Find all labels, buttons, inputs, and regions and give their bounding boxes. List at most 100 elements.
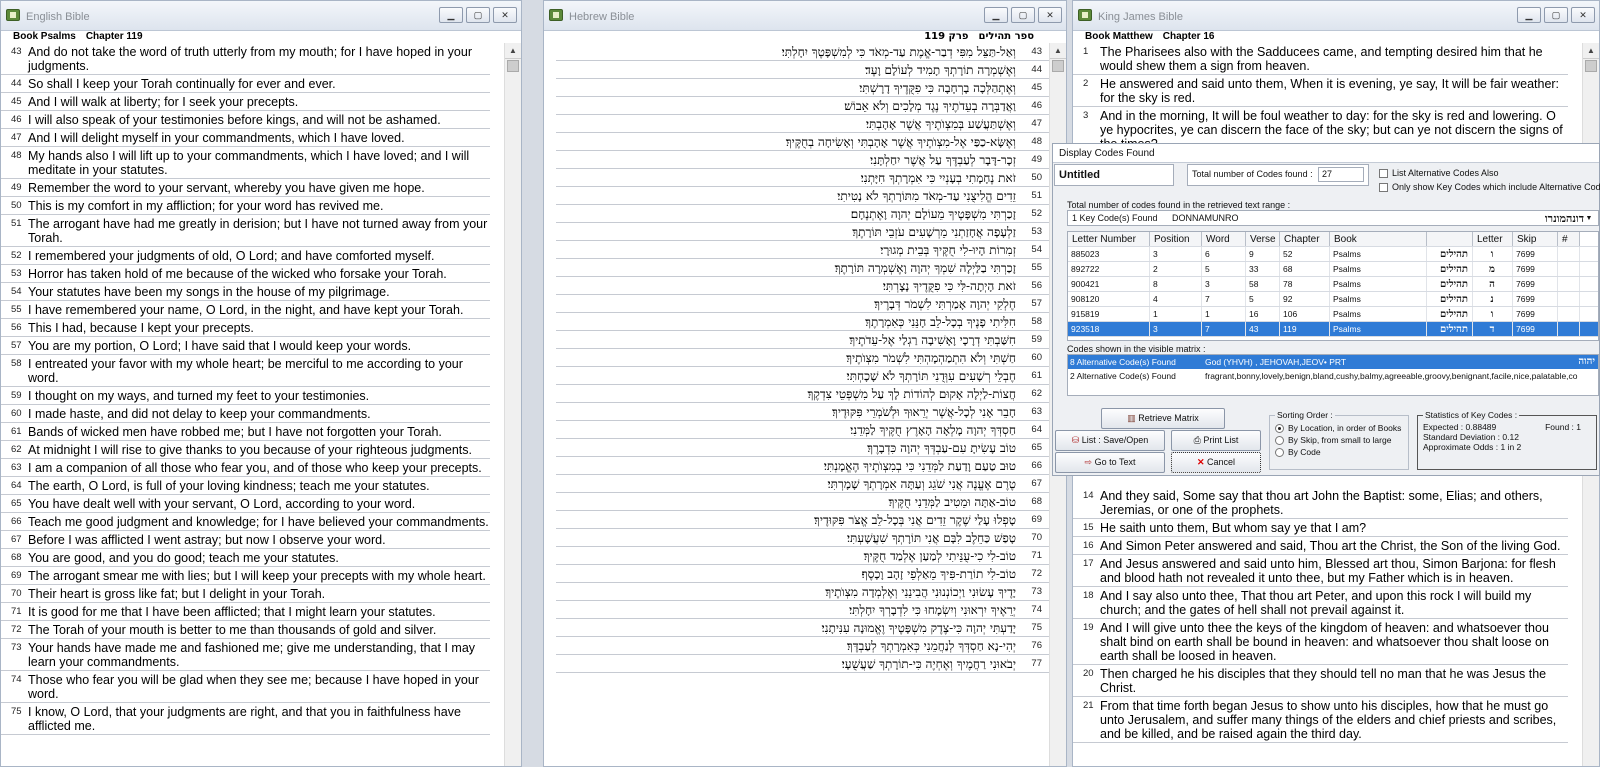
list-item[interactable]: 55 I have remembered your name, O Lord, i… [1, 301, 490, 319]
list-item[interactable]: 74 Those who fear you will be glad when t… [1, 671, 490, 703]
list-item[interactable]: 49 זְכָר-דָּבָר לְעַבְדֶּךָ עַל אֲשֶׁר יִ… [556, 151, 1049, 169]
column-header[interactable]: # [1558, 232, 1580, 246]
list-item[interactable]: 57 חֶלְקִי יְהוָה אָמַרְתִּי לִשְׁמֹר דְּ… [556, 295, 1049, 313]
scroll-up-icon[interactable]: ▲ [1583, 43, 1599, 59]
list-item[interactable]: 59 I thought on my ways, and turned my fe… [1, 387, 490, 405]
list-item[interactable]: 74 יְרֵאֶיךָ יִרְאוּנִי וְיִשְׂמָחוּ כִּי… [556, 601, 1049, 619]
list-item[interactable]: 73 יָדֶיךָ עָשׂוּנִי וַיְכוֹנְנוּנִי הֲבִ… [556, 583, 1049, 601]
list-item[interactable]: 47 And I will delight myself in your comm… [1, 129, 490, 147]
list-item[interactable]: 46 וַאֲדַבְּרָה בְעֵדֹתֶיךָ נֶגֶד מְלָכִי… [556, 97, 1049, 115]
close-button[interactable]: ✕ [1038, 7, 1062, 23]
list-item[interactable]: 73 Your hands have made me and fashioned … [1, 639, 490, 671]
scroll-thumb[interactable] [507, 60, 519, 72]
sort-by-skip-radio[interactable]: By Skip, from small to large [1275, 434, 1403, 446]
column-header[interactable]: Position [1150, 232, 1202, 246]
cancel-button[interactable]: ✕ Cancel [1171, 452, 1261, 473]
list-item[interactable]: 77 יְבֹאוּנִי רַחֲמֶיךָ וְאֶחְיֶה כִּי-תו… [556, 655, 1049, 673]
list-item[interactable]: 45 And I will walk at liberty; for I seek… [1, 93, 490, 111]
list-item[interactable]: 56 This I had, because I kept your precep… [1, 319, 490, 337]
list-item[interactable]: 63 חָבֵר אָנִי לְכָל-אֲשֶׁר יְרֵאוּךָ וּל… [556, 403, 1049, 421]
list-item[interactable]: 14 And they said, Some say that thou art … [1073, 487, 1568, 519]
list-item[interactable]: 64 The earth, O Lord, is full of your lov… [1, 477, 490, 495]
list-item[interactable]: 61 חֶבְלֵי רְשָׁעִים עִוְּדֻנִי תּוֹרָתְך… [556, 367, 1049, 385]
list-item[interactable]: 69 The arrogant smear me with lies; but I… [1, 567, 490, 585]
verse-list[interactable]: 43 And do not take the word of truth utte… [1, 43, 504, 766]
retrieve-matrix-button[interactable]: ▥ Retrieve Matrix [1101, 408, 1225, 429]
list-item[interactable]: 52 זָכַרְתִּי מִשְׁפָּטֶיךָ מֵעוֹלָם יְהו… [556, 205, 1049, 223]
table-row[interactable]: 923518 3 7 43 119 Psalms תהילים ד 7699 [1068, 322, 1598, 337]
column-header[interactable]: Book [1330, 232, 1427, 246]
list-item[interactable]: 51 The arrogant have had me greatly in de… [1, 215, 490, 247]
list-item[interactable]: 17 And Jesus answered and said unto him, … [1073, 555, 1568, 587]
list-item[interactable]: 71 It is good for me that I have been aff… [1, 603, 490, 621]
close-button[interactable]: ✕ [493, 7, 517, 23]
list-item[interactable]: 21 From that time forth began Jesus to sh… [1073, 697, 1568, 743]
table-row[interactable]: 900421 8 3 58 78 Psalms תהילים ה 7699 [1068, 277, 1598, 292]
list-item[interactable]: 48 וְאֶשָּׂא-כַפַּי אֶל-מִצְוֺתֶיךָ אֲשֶׁ… [556, 133, 1049, 151]
list-item[interactable]: 75 יָדַעְתִּי יְהוָה כִּי-צֶדֶק מִשְׁפָּט… [556, 619, 1049, 637]
list-item[interactable]: 50 זֹאת נֶחָמָתִי בְעָנְיִי כִּי אִמְרָתְ… [556, 169, 1049, 187]
column-header[interactable]: Letter Number [1068, 232, 1150, 246]
chevron-down-icon[interactable]: ▼ [1584, 215, 1594, 222]
close-button[interactable]: ✕ [1571, 7, 1595, 23]
only-show-checkbox[interactable]: Only show Key Codes which include Altern… [1379, 182, 1600, 192]
list-item[interactable]: 64 חַסְדְּךָ יְהוָה מָלְאָה הָאָרֶץ חֻקֶּ… [556, 421, 1049, 439]
list-item[interactable]: 70 טָפַשׁ כַּחֵלֶב לִבָּם אֲנִי תּוֹרָתְך… [556, 529, 1049, 547]
list-item[interactable]: 67 Before I was afflicted I went astray; … [1, 531, 490, 549]
key-code-selector[interactable]: 1 Key Code(s) Found DONNAMUNRO דונהמונרו… [1067, 210, 1599, 226]
list-item[interactable]: 61 Bands of wicked men have robbed me; bu… [1, 423, 490, 441]
list-item[interactable]: 58 I entreated your favor with my whole h… [1, 355, 490, 387]
list-item[interactable]: 65 You have dealt well with your servant,… [1, 495, 490, 513]
column-header[interactable] [1427, 232, 1473, 246]
go-to-text-button[interactable]: ⇨ Go to Text [1055, 452, 1165, 473]
list-item[interactable]: 1 The Pharisees also with the Sadducees c… [1073, 43, 1568, 75]
list-item[interactable]: 53 Horror has taken hold of me because of… [1, 265, 490, 283]
column-header[interactable]: Word [1202, 232, 1246, 246]
list-item[interactable]: 63 I am a companion of all those who fear… [1, 459, 490, 477]
list-item[interactable]: 67 טֶרֶם אֶעֱנֶה אֲנִי שֹׁגֵג וְעַתָּה אִ… [556, 475, 1049, 493]
scroll-up-icon[interactable]: ▲ [1050, 43, 1066, 59]
list-item[interactable]: 45 וְאֶתְהַלְּכָה בָרְחָבָה כִּי פִקֻּדֶי… [556, 79, 1049, 97]
list-item[interactable]: 3 And in the morning, It will be foul wea… [1073, 107, 1568, 143]
verse-list-top[interactable]: 1 The Pharisees also with the Sadducees c… [1073, 43, 1582, 143]
list-item[interactable]: 44 וְאֶשְׁמְרָה תוֹרָתְךָ תָמִיד לְעוֹלָם… [556, 61, 1049, 79]
list-item[interactable]: 66 טוּב טַעַם וָדַעַת לַמְּדֵנִי כִּי בְמ… [556, 457, 1049, 475]
list-item[interactable]: 50 This is my comfort in my affliction; f… [1, 197, 490, 215]
table-row[interactable]: 885023 3 6 9 52 Psalms תהילים ו 7699 [1068, 247, 1598, 262]
list-item[interactable]: 47 וְאֶשְׁתַּעֲשַׁע בְּמִצְוֺתֶיךָ אֲשֶׁר… [556, 115, 1049, 133]
verse-list-bottom[interactable]: 14 And they said, Some say that thou art … [1073, 487, 1582, 766]
list-item[interactable]: 62 At midnight I will rise to give thanks… [1, 441, 490, 459]
sort-by-location-radio[interactable]: By Location, in order of Books [1275, 422, 1403, 434]
list-item[interactable]: 15 He saith unto them, But whom say ye th… [1073, 519, 1568, 537]
list-item[interactable]: 51 זֵדִים הֱלִיצֻנִי עַד-מְאֹד מִתּוֹרָתְ… [556, 187, 1049, 205]
list-item[interactable]: 19 And I will give unto thee the keys of … [1073, 619, 1568, 665]
vertical-scrollbar[interactable]: ▲ [504, 43, 521, 766]
table-row[interactable]: 908120 4 7 5 92 Psalms תהילים נ 7699 [1068, 292, 1598, 307]
list-item[interactable]: 71 טוֹב-לִי כִי-עֻנֵּיתִי לְמַעַן אֶלְמַד… [556, 547, 1049, 565]
minimize-button[interactable]: ▁ [984, 7, 1008, 23]
list-item[interactable]: 20 Then charged he his disciples that the… [1073, 665, 1568, 697]
alternative-codes-list[interactable]: 8 Alternative Code(s) Found God (YHVH) ,… [1067, 354, 1599, 396]
list-item[interactable]: 54 Your statutes have been my songs in th… [1, 283, 490, 301]
list-item[interactable]: 72 The Torah of your mouth is better to m… [1, 621, 490, 639]
minimize-button[interactable]: ▁ [1517, 7, 1541, 23]
column-header[interactable]: Chapter [1280, 232, 1330, 246]
minimize-button[interactable]: ▁ [439, 7, 463, 23]
maximize-button[interactable]: ▢ [466, 7, 490, 23]
list-item[interactable]: 69 טָפְלוּ עָלַי שֶׁקֶר זֵדִים אֲנִי בְּכ… [556, 511, 1049, 529]
scroll-up-icon[interactable]: ▲ [505, 43, 521, 59]
codes-table[interactable]: Letter Number Position Word Verse Chapter Boo… [1067, 231, 1599, 341]
list-item[interactable]: 75 I know, O Lord, that your judgments ar… [1, 703, 490, 735]
list-item[interactable]: 57 You are my portion, O Lord; I have sai… [1, 337, 490, 355]
scroll-thumb[interactable] [1052, 60, 1064, 72]
list-item[interactable]: 60 I made haste, and did not delay to kee… [1, 405, 490, 423]
maximize-button[interactable]: ▢ [1011, 7, 1035, 23]
list-item[interactable]: 48 My hands also I will lift up to your c… [1, 147, 490, 179]
list-item[interactable]: 60 חַשְׁתִּי וְלֹא הִתְמַהְמָהְתִּי לִשְׁ… [556, 349, 1049, 367]
scroll-thumb[interactable] [1585, 60, 1597, 72]
list-item[interactable]: 72 טוֹב-לִי תוֹרַת-פִּיךָ מֵאַלְפֵי זָהָב… [556, 565, 1049, 583]
list-item[interactable]: 54 זְמִרוֹת הָיוּ-לִי חֻקֶּיךָ בְּבֵית מְ… [556, 241, 1049, 259]
column-header[interactable]: Skip [1513, 232, 1558, 246]
column-header[interactable]: Letter [1473, 232, 1513, 246]
print-list-button[interactable]: ⎙ Print List [1171, 430, 1261, 451]
